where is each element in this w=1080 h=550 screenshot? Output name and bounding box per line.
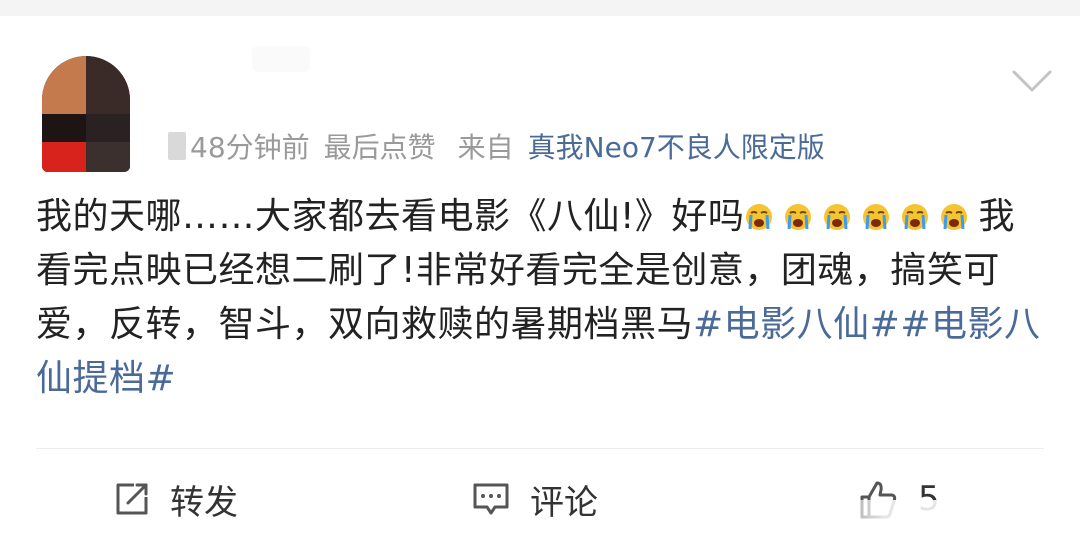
post-meta: 48分钟前 最后点赞 来自 真我Neo7不良人限定版 xyxy=(168,126,825,166)
crying-face-icon xyxy=(746,204,773,230)
repost-label: 转发 xyxy=(170,482,238,523)
avatar[interactable] xyxy=(42,56,130,172)
liked-note: 最后点赞 xyxy=(323,131,436,164)
weibo-post-card: 48分钟前 最后点赞 来自 真我Neo7不良人限定版 我的天哪……大家都去看电影… xyxy=(0,0,1080,550)
post-text-line1: 我的天哪……大家都去看电影《八仙!》好吗 xyxy=(36,196,745,237)
comment-icon xyxy=(473,483,509,515)
repost-icon xyxy=(116,483,148,515)
crying-face-icon xyxy=(941,204,968,230)
comment-label: 评论 xyxy=(530,482,598,523)
crying-face-icon xyxy=(785,204,812,230)
post-time: 48分钟前 xyxy=(190,131,310,164)
device-link[interactable]: 真我Neo7不良人限定版 xyxy=(528,126,825,166)
top-strip xyxy=(0,0,1080,16)
repost-button[interactable]: 转发 xyxy=(112,474,238,524)
comment-button[interactable]: 评论 xyxy=(470,474,598,524)
crying-face-icon xyxy=(863,204,890,230)
meta-blur xyxy=(168,132,186,160)
username-blurred[interactable] xyxy=(252,46,310,72)
watermark-fade xyxy=(800,500,1080,530)
divider xyxy=(36,448,1044,449)
source-label: 来自 xyxy=(457,131,514,164)
chevron-down-icon[interactable] xyxy=(1010,66,1054,96)
crying-face-icon xyxy=(902,204,929,230)
emoji-row xyxy=(744,196,978,237)
post-body: 我的天哪……大家都去看电影《八仙!》好吗 我看完点映已经想二刷了!非常好看完全是创… xyxy=(36,190,1046,406)
crying-face-icon xyxy=(824,204,851,230)
hashtag-movie[interactable]: #电影八仙# xyxy=(693,304,900,345)
